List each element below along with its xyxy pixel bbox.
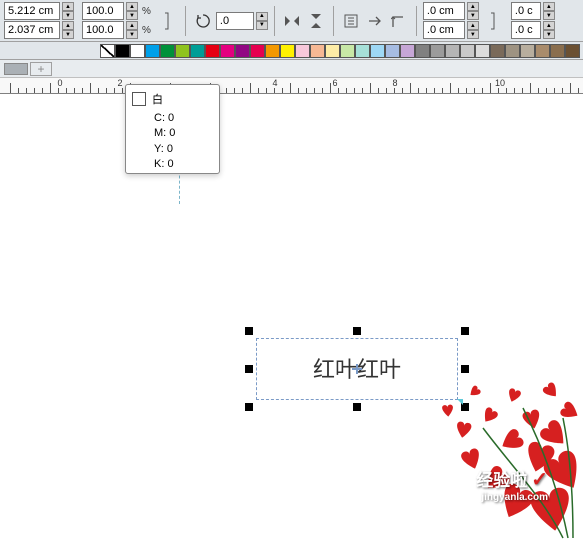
check-icon: ✓: [531, 467, 548, 492]
scale-unit-2: %: [142, 25, 151, 36]
arrow-right-icon[interactable]: [364, 10, 386, 32]
handle-bottom-left[interactable]: [245, 403, 253, 411]
add-color-button[interactable]: +: [30, 62, 52, 76]
height-spinner[interactable]: ▲▼: [62, 21, 74, 39]
tooltip-swatch: [132, 92, 146, 106]
handle-top-right[interactable]: [461, 327, 469, 335]
swatch-9[interactable]: [250, 44, 265, 58]
swatch-20[interactable]: [415, 44, 430, 58]
swatch-none[interactable]: [100, 44, 115, 58]
center-marker[interactable]: [352, 364, 362, 374]
swatch-7[interactable]: [220, 44, 235, 58]
ruler-label: 6: [332, 78, 337, 88]
scale-unit: %: [142, 6, 151, 17]
ruler-label: 4: [272, 78, 277, 88]
swatch-30[interactable]: [565, 44, 580, 58]
watermark-text: 经验啦✓ jingyanla.com: [476, 466, 548, 503]
swatch-4[interactable]: [175, 44, 190, 58]
nudge-x-spinner[interactable]: ▲▼: [467, 2, 479, 20]
canvas[interactable]: 白 C: 0 M: 0 Y: 0 K: 0 红叶红叶: [0, 94, 583, 528]
mini-swatch[interactable]: [4, 63, 28, 75]
scale-x-input[interactable]: 100.0: [82, 2, 124, 20]
swatch-6[interactable]: [205, 44, 220, 58]
mirror-vertical-icon[interactable]: [305, 10, 327, 32]
swatch-25[interactable]: [490, 44, 505, 58]
handle-middle-right[interactable]: [461, 365, 469, 373]
mirror-horizontal-icon[interactable]: [281, 10, 303, 32]
swatch-24[interactable]: [475, 44, 490, 58]
swatch-27[interactable]: [520, 44, 535, 58]
tooltip-name: 白: [152, 91, 163, 107]
swatch-26[interactable]: [505, 44, 520, 58]
rotate-icon[interactable]: [192, 10, 214, 32]
nudge-y-spinner[interactable]: ▲▼: [467, 21, 479, 39]
rotation-spinner[interactable]: ▲▼: [256, 12, 268, 30]
step-2-spinner[interactable]: ▲▼: [543, 21, 555, 39]
tooltip-m: M: 0: [154, 126, 213, 141]
swatch-1[interactable]: [130, 44, 145, 58]
ruler-label: 2: [117, 78, 122, 88]
rotation-input[interactable]: .0: [216, 12, 254, 30]
swatch-22[interactable]: [445, 44, 460, 58]
selected-text-frame[interactable]: 红叶红叶: [256, 338, 458, 400]
tooltip-c: C: 0: [154, 111, 213, 126]
overflow-handle[interactable]: [457, 399, 463, 405]
swatch-3[interactable]: [160, 44, 175, 58]
swatch-8[interactable]: [235, 44, 250, 58]
swatch-28[interactable]: [535, 44, 550, 58]
width-spinner[interactable]: ▲▼: [62, 2, 74, 20]
width-input[interactable]: 5.212 cm: [4, 2, 60, 20]
ruler-label: 0: [57, 78, 62, 88]
swatch-12[interactable]: [295, 44, 310, 58]
swatch-18[interactable]: [385, 44, 400, 58]
scale-y-input[interactable]: 100.0: [82, 21, 124, 39]
height-input[interactable]: 2.037 cm: [4, 21, 60, 39]
handle-top-left[interactable]: [245, 327, 253, 335]
lock-ratio-icon[interactable]: [157, 10, 179, 32]
swatch-15[interactable]: [340, 44, 355, 58]
scale-y-spinner[interactable]: ▲▼: [126, 21, 138, 39]
swatch-14[interactable]: [325, 44, 340, 58]
step-1-input[interactable]: .0 c: [511, 2, 541, 20]
tooltip-y: Y: 0: [154, 142, 213, 157]
scale-x-spinner[interactable]: ▲▼: [126, 2, 138, 20]
nudge-y-input[interactable]: .0 cm: [423, 21, 465, 39]
ruler-label: 10: [495, 78, 505, 88]
tooltip-k: K: 0: [154, 157, 213, 172]
step-1-spinner[interactable]: ▲▼: [543, 2, 555, 20]
swatch-17[interactable]: [370, 44, 385, 58]
swatch-23[interactable]: [460, 44, 475, 58]
swatch-16[interactable]: [355, 44, 370, 58]
step-2-input[interactable]: .0 c: [511, 21, 541, 39]
swatch-29[interactable]: [550, 44, 565, 58]
swatch-2[interactable]: [145, 44, 160, 58]
swatch-10[interactable]: [265, 44, 280, 58]
document-palette: +: [0, 60, 583, 78]
nudge-x-input[interactable]: .0 cm: [423, 2, 465, 20]
swatch-0[interactable]: [115, 44, 130, 58]
handle-top-middle[interactable]: [353, 327, 361, 335]
wrap-icon[interactable]: [340, 10, 362, 32]
handle-middle-left[interactable]: [245, 365, 253, 373]
swatch-21[interactable]: [430, 44, 445, 58]
swatch-5[interactable]: [190, 44, 205, 58]
horizontal-ruler: 0 2 4 6 8 10: [0, 78, 583, 94]
color-tooltip: 白 C: 0 M: 0 Y: 0 K: 0: [125, 84, 220, 174]
corner-icon[interactable]: [388, 10, 410, 32]
swatch-19[interactable]: [400, 44, 415, 58]
ruler-label: 8: [392, 78, 397, 88]
lock-ratio-2-icon[interactable]: [483, 10, 505, 32]
color-palette: [0, 42, 583, 60]
swatch-13[interactable]: [310, 44, 325, 58]
handle-bottom-middle[interactable]: [353, 403, 361, 411]
swatch-11[interactable]: [280, 44, 295, 58]
